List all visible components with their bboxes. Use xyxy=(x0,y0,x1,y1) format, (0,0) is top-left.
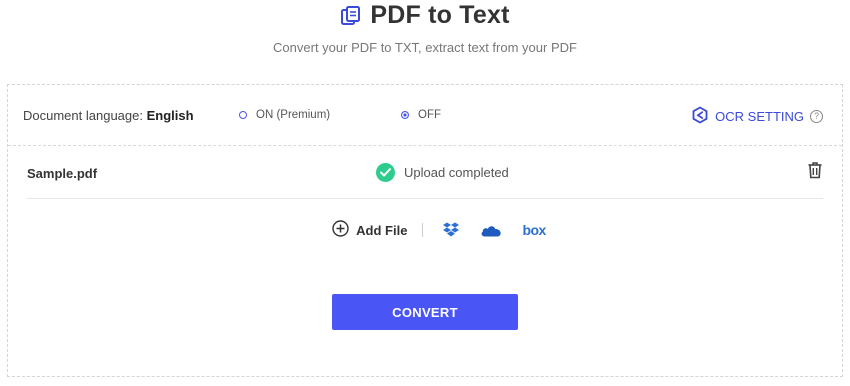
document-language[interactable]: Document language: English xyxy=(23,108,194,123)
file-row: Sample.pdf Upload completed xyxy=(27,147,823,199)
add-file-button[interactable]: Add File xyxy=(332,220,407,240)
upload-status: Upload completed xyxy=(376,163,509,182)
page-subtitle: Convert your PDF to TXT, extract text fr… xyxy=(273,40,577,55)
add-file-label: Add File xyxy=(356,222,408,238)
help-icon[interactable]: ? xyxy=(810,110,823,123)
upload-status-text: Upload completed xyxy=(404,165,509,180)
divider xyxy=(422,223,424,237)
ocr-on-radio[interactable]: ON (Premium) xyxy=(239,109,330,121)
ocr-on-label: ON (Premium) xyxy=(256,109,331,121)
dropbox-icon[interactable] xyxy=(442,222,460,238)
language-label: Document language: xyxy=(23,108,143,123)
page-title: PDF to Text xyxy=(370,1,510,29)
file-name: Sample.pdf xyxy=(27,166,98,181)
radio-unselected-icon xyxy=(239,111,247,119)
copy-documents-icon xyxy=(340,5,362,27)
ocr-off-radio[interactable]: OFF xyxy=(401,109,441,121)
onedrive-icon[interactable] xyxy=(480,224,502,237)
plus-circle-icon xyxy=(332,220,349,240)
title-row: PDF to Text xyxy=(0,1,850,30)
ocr-setting-label: OCR SETTING xyxy=(715,109,804,124)
box-logo[interactable]: box xyxy=(522,222,546,238)
ocr-setting-button[interactable]: OCR SETTING ? xyxy=(691,106,823,127)
trash-icon[interactable] xyxy=(807,161,823,179)
converter-panel: Document language: English ON (Premium) … xyxy=(7,84,843,377)
hexagon-setting-icon xyxy=(691,106,709,127)
options-row: Document language: English ON (Premium) … xyxy=(8,85,842,146)
convert-button[interactable]: CONVERT xyxy=(332,294,518,330)
check-circle-icon xyxy=(376,163,395,182)
ocr-off-label: OFF xyxy=(418,109,441,121)
language-value: English xyxy=(146,108,194,123)
radio-selected-icon xyxy=(401,111,409,119)
add-source-row: Add File box xyxy=(8,220,842,240)
